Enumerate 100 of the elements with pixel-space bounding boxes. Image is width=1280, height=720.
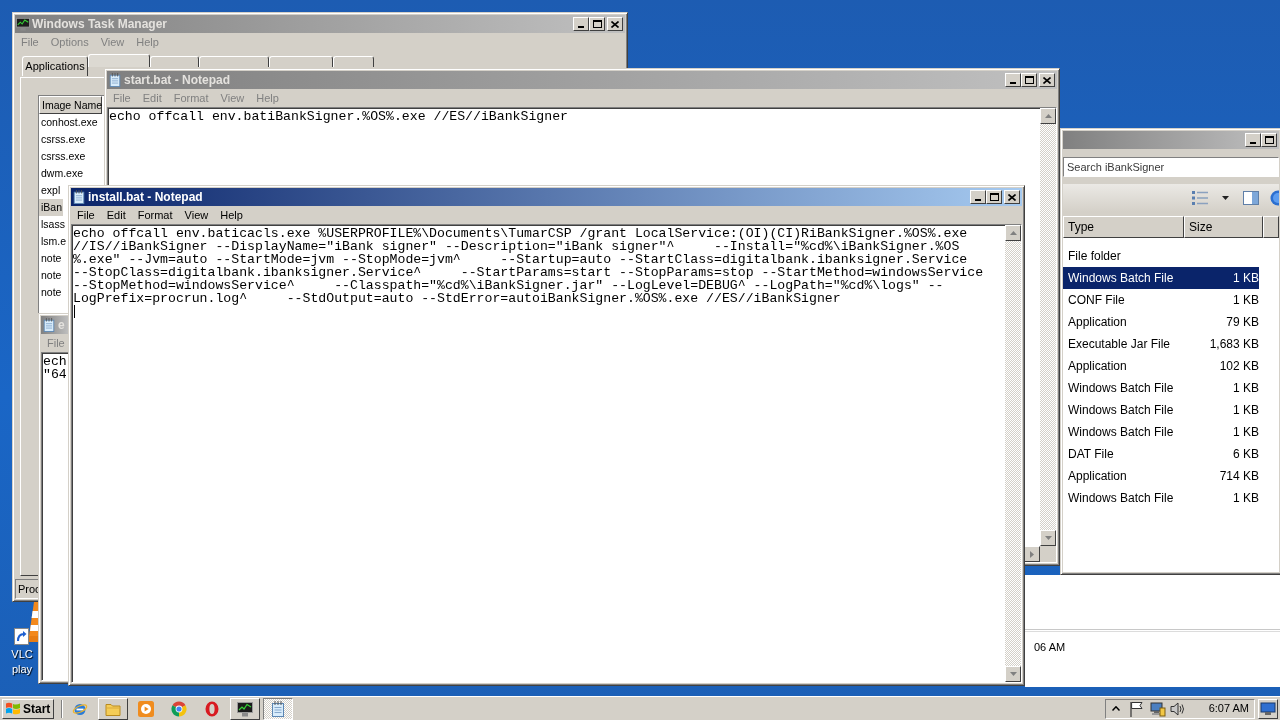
process-item[interactable]: iBan — [39, 199, 63, 216]
file-row[interactable]: Windows Batch File 1 KB — [1063, 377, 1259, 399]
file-row[interactable]: Windows Batch File 1 KB — [1063, 399, 1259, 421]
scroll-down-button[interactable] — [1040, 530, 1056, 546]
maximize-icon — [592, 20, 602, 28]
segmented-circle-icon[interactable] — [171, 700, 187, 717]
preview-pane-icon[interactable] — [1243, 191, 1259, 205]
menu-item[interactable]: Format — [131, 206, 179, 224]
caret-up-icon — [1009, 231, 1017, 235]
monitor-graph-icon — [16, 17, 30, 31]
table-cell-text: 1 KB — [1232, 270, 1259, 287]
table-cell-text: Windows Batch File — [1067, 490, 1175, 507]
monitor-icon — [1260, 701, 1276, 716]
process-item[interactable]: note — [39, 284, 63, 301]
text-area[interactable]: ech "64 — [42, 353, 68, 680]
file-row[interactable]: Application 714 KB — [1063, 465, 1259, 487]
scroll-up-button[interactable] — [1040, 108, 1056, 124]
clock-text[interactable]: 6:07 AM — [1208, 700, 1249, 717]
minimize-button[interactable] — [1245, 133, 1261, 147]
flag-logo-icon — [5, 701, 21, 716]
chevron-up-icon[interactable] — [1112, 706, 1120, 711]
scroll-down-button[interactable] — [1005, 666, 1021, 682]
caret-down-icon — [1009, 672, 1017, 676]
text-area[interactable]: echo offcall env.batiBankSigner.%OS%.exe //ES//iBankSigner — [108, 108, 1040, 184]
show-desktop-button[interactable] — [1258, 698, 1278, 719]
shortcut-label[interactable]: VLC play — [6, 647, 38, 677]
text-line: //IS//iBankSigner --DisplayName="iBank signer" --Description="iBank signer"^ --Install="%cd%\iBankSigner.%OS — [73, 240, 960, 253]
table-cell-text: 714 KB — [1218, 468, 1259, 485]
table-cell-text: DAT File — [1067, 446, 1115, 463]
file-row[interactable]: Application 102 KB — [1063, 355, 1259, 377]
process-item[interactable]: csrss.exe — [39, 148, 87, 165]
notepad-icon — [42, 318, 56, 332]
search-field[interactable]: Search iBankSigner — [1063, 157, 1279, 177]
file-row[interactable]: CONF File 1 KB — [1063, 289, 1259, 311]
table-cell-text: Windows Batch File — [1067, 380, 1175, 397]
table-cell-text: 6 KB — [1232, 446, 1259, 463]
column-header[interactable]: Type — [1063, 216, 1184, 238]
minimize-button[interactable] — [970, 190, 986, 204]
file-row[interactable]: Executable Jar File 1,683 KB — [1063, 333, 1259, 355]
window-title: e — [58, 317, 65, 334]
file-row[interactable]: DAT File 6 KB — [1063, 443, 1259, 465]
maximize-button[interactable] — [589, 17, 605, 31]
maximize-icon — [1264, 136, 1274, 144]
process-item[interactable]: expl — [39, 182, 62, 199]
process-item[interactable]: conhost.exe — [39, 114, 99, 131]
process-item[interactable]: csrss.exe — [39, 131, 87, 148]
menu-item[interactable]: File — [71, 206, 101, 224]
menu-item[interactable]: Help — [214, 206, 249, 224]
maximize-button[interactable] — [986, 190, 1002, 204]
table-cell-text: 1,683 KB — [1208, 336, 1259, 353]
menu-item[interactable]: View — [178, 206, 215, 224]
close-button[interactable] — [1039, 73, 1055, 87]
table-cell-text: 1 KB — [1232, 292, 1259, 309]
process-item[interactable]: note — [39, 267, 63, 284]
table-cell-text: Application — [1067, 468, 1128, 485]
file-row[interactable]: Windows Batch File 1 KB — [1063, 421, 1259, 443]
list-view-icon[interactable] — [1192, 190, 1208, 206]
close-icon — [611, 20, 619, 28]
menu-item[interactable]: Edit — [100, 206, 132, 224]
speaker-icon[interactable] — [1170, 700, 1186, 717]
tab[interactable]: Applications — [22, 56, 88, 76]
tab[interactable] — [333, 56, 374, 67]
text-line: %.exe" --Jvm=auto --StartMode=jvm --StopMode=jvm^ --Startup=auto --StartClass=digitalbank.ibanksigner.Service — [73, 253, 968, 266]
process-item[interactable]: dwm.exe — [39, 165, 84, 182]
circle-icon[interactable] — [1270, 190, 1279, 206]
maximize-icon — [1024, 76, 1034, 84]
table-cell-text: Windows Batch File — [1067, 270, 1175, 287]
process-item[interactable]: lsass — [39, 216, 66, 233]
minimize-icon — [578, 26, 584, 28]
file-row[interactable]: Application 79 KB — [1063, 311, 1259, 333]
notepad-icon — [108, 73, 122, 87]
caret-up-icon — [1044, 114, 1052, 118]
file-row[interactable]: Windows Batch File 1 KB — [1063, 267, 1259, 289]
caret-down-icon[interactable] — [1222, 196, 1229, 200]
table-cell-text: 79 KB — [1225, 314, 1259, 331]
minimize-button[interactable] — [573, 17, 589, 31]
scroll-up-button[interactable] — [1005, 225, 1021, 241]
table-cell-text: 1 KB — [1232, 402, 1259, 419]
monitor-graph-icon — [237, 700, 253, 717]
text-line: --StopMethod=windowsService^ --Classpath="%cd%\iBankSigner.jar" --LogLevel=DEBUG^ --LogPath="%cd%\logs" -- — [73, 279, 944, 292]
process-item[interactable]: lsm.e — [39, 233, 68, 250]
start-button[interactable]: Start — [2, 698, 54, 719]
caret-right-icon — [1030, 550, 1034, 558]
file-row[interactable]: Windows Batch File 1 KB — [1063, 487, 1259, 509]
close-icon — [1043, 76, 1051, 84]
ring-icon[interactable] — [204, 700, 220, 717]
close-button[interactable] — [607, 17, 623, 31]
table-cell-text: Executable Jar File — [1067, 336, 1172, 353]
file-row[interactable]: File folder — [1063, 245, 1259, 267]
column-header[interactable] — [1263, 216, 1279, 238]
minimize-button[interactable] — [1005, 73, 1021, 87]
text-line: echo offcall env.batiBankSigner.%OS%.exe //ES//iBankSigner — [109, 110, 568, 123]
maximize-button[interactable] — [1021, 73, 1037, 87]
flag-icon[interactable] — [1129, 700, 1143, 717]
process-item[interactable]: note — [39, 250, 63, 267]
scrollbar-corner — [1040, 546, 1056, 562]
close-button[interactable] — [1004, 190, 1020, 204]
computer-icon[interactable] — [1150, 700, 1166, 717]
maximize-button[interactable] — [1261, 133, 1277, 147]
column-header[interactable]: Size — [1184, 216, 1263, 238]
